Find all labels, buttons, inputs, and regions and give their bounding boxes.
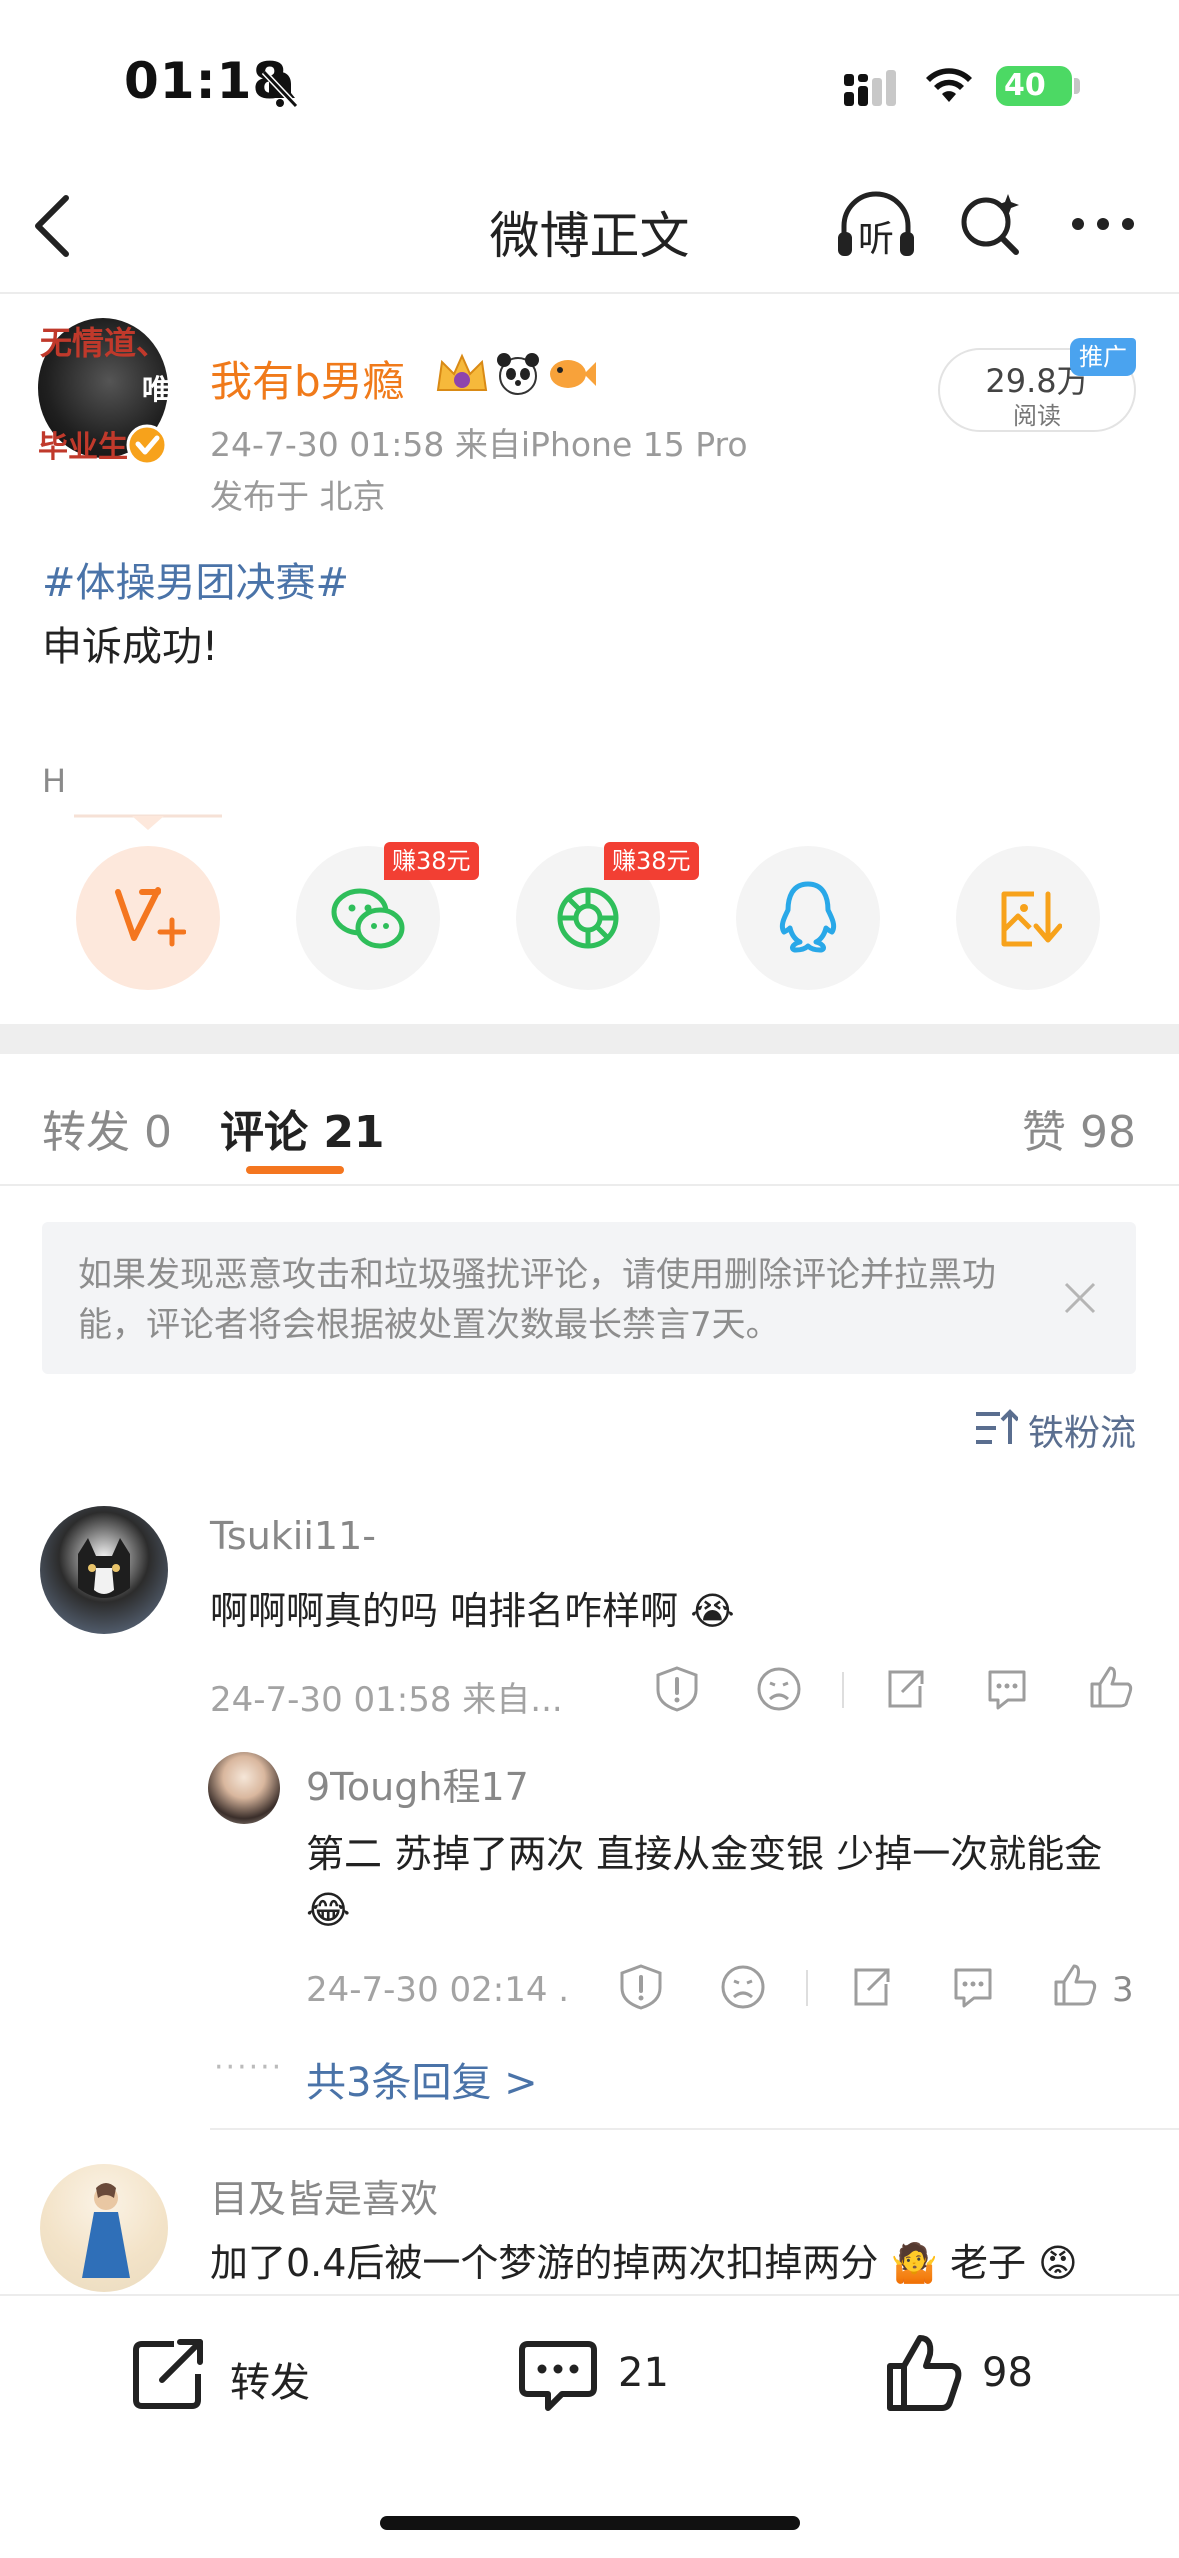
action-divider	[806, 1970, 808, 2006]
bottom-like-button[interactable]: 98	[884, 2330, 1084, 2420]
comment-avatar[interactable]	[40, 1506, 168, 1634]
angry-emoji: 😡	[1038, 2241, 1078, 2285]
comment-text: 啊啊啊真的吗 咱排名咋样啊 😭	[210, 1580, 735, 1635]
comment-text: 加了0.4后被一个梦游的掉两次扣掉两分 🤷 老子 😡	[210, 2232, 1078, 2287]
crying-emoji: 😭	[690, 1589, 735, 1633]
comment-text-body: 加了0.4后被一个梦游的掉两次扣掉两分	[210, 2241, 879, 2285]
reply-text-body: 第二 苏掉了两次 直接从金变银 少掉一次就能金	[306, 1832, 1103, 1876]
bottom-comment-button[interactable]: 21	[518, 2330, 718, 2420]
nav-divider	[0, 292, 1179, 294]
like-thumb-icon	[887, 2335, 962, 2411]
wechat-icon	[331, 888, 405, 949]
share-tooltip-pointer	[74, 814, 222, 830]
battery-tip	[1074, 78, 1080, 94]
post-footnote: H	[42, 762, 67, 800]
laughing-emoji: 😂	[306, 1888, 351, 1932]
avatar-text-1: 无情道、	[40, 324, 169, 362]
notice-text: 如果发现恶意攻击和垃圾骚扰评论，请使用删除评论并拉黑功能，评论者将会根据被处置次…	[78, 1255, 996, 1345]
active-tab-indicator	[246, 1166, 344, 1174]
action-divider	[842, 1672, 844, 1708]
comment-avatar[interactable]	[40, 2164, 168, 2292]
wifi-icon	[926, 68, 972, 102]
comment-text-tail: 老子	[949, 2241, 1026, 2285]
reply-bubble-icon[interactable]	[948, 1962, 998, 2012]
like-thumb-icon[interactable]	[1086, 1662, 1136, 1712]
report-icon[interactable]	[652, 1664, 702, 1714]
moments-earn-badge: 赚38元	[604, 842, 699, 880]
reply-bubble-icon[interactable]	[982, 1664, 1032, 1714]
promote-badge[interactable]: 推广	[1070, 338, 1136, 376]
reply-author-name[interactable]: 9Tough程17	[306, 1756, 529, 1811]
qq-icon	[779, 881, 837, 953]
sort-icon[interactable]	[974, 1408, 1018, 1448]
tab-reposts[interactable]: 转发 0	[42, 1096, 172, 1160]
dislike-face-icon[interactable]	[718, 1962, 768, 2012]
share-comment-icon[interactable]	[880, 1664, 930, 1714]
share-repost-button[interactable]	[76, 846, 220, 990]
comment-text-body: 啊啊啊真的吗 咱排名咋样啊	[210, 1589, 679, 1633]
section-divider	[0, 1024, 1179, 1054]
share-qq-button[interactable]	[736, 846, 880, 990]
home-indicator	[380, 2516, 800, 2530]
cat-avatar-icon	[78, 1538, 130, 1598]
avatar-text-2: 唯	[142, 373, 171, 406]
verified-badge-icon	[126, 424, 168, 466]
bottom-repost-button[interactable]: 转发	[130, 2330, 370, 2420]
reply-thread-dots: ······	[214, 2050, 284, 2085]
figure-avatar-icon	[82, 2183, 130, 2278]
shrug-emoji: 🤷	[890, 2241, 938, 2285]
bottom-comment-count: 21	[618, 2350, 669, 2396]
view-more-replies-link[interactable]: 共3条回复 >	[306, 2050, 538, 2108]
repost-icon	[133, 2339, 203, 2409]
post-content: 申诉成功!	[42, 624, 219, 670]
comment-notice-banner: 如果发现恶意攻击和垃圾骚扰评论，请使用删除评论并拉黑功能，评论者将会根据被处置次…	[42, 1222, 1136, 1374]
author-username[interactable]: 我有b男瘾	[210, 348, 405, 409]
tab-likes[interactable]: 赞 98	[1022, 1096, 1136, 1160]
save-image-button[interactable]	[956, 846, 1100, 990]
search-sparkle-icon[interactable]	[956, 190, 1026, 260]
repost-v-plus-icon	[115, 887, 186, 947]
reply-text: 第二 苏掉了两次 直接从金变银 少掉一次就能金 😂	[306, 1826, 1136, 1938]
cellular-signal-icon	[844, 70, 896, 106]
vip-crown-badge-icon	[436, 353, 488, 391]
tabs-divider	[0, 1184, 1179, 1186]
share-comment-icon[interactable]	[846, 1962, 896, 2012]
dislike-face-icon[interactable]	[754, 1664, 804, 1714]
reply-meta: 24-7-30 02:14 .	[306, 1970, 570, 2010]
comment-meta: 24-7-30 01:58 来自...	[210, 1680, 563, 1720]
sort-label[interactable]: 铁粉流	[1028, 1404, 1136, 1456]
post-meta-time-source: 24-7-30 01:58 来自iPhone 15 Pro	[210, 425, 748, 464]
comment-divider	[210, 2128, 1179, 2130]
post-topic-hashtag[interactable]: #体操男团决赛#	[42, 550, 349, 608]
bottom-repost-label: 转发	[230, 2360, 310, 2406]
report-icon[interactable]	[616, 1962, 666, 2012]
avatar-text-3: 毕业生	[38, 430, 128, 465]
save-image-icon	[1001, 891, 1062, 947]
panda-badge-icon	[497, 353, 539, 395]
reply-avatar[interactable]	[208, 1752, 280, 1824]
like-thumb-icon[interactable]	[1050, 1960, 1100, 2010]
silent-bell-icon	[261, 69, 299, 109]
listen-label: 听	[858, 219, 895, 260]
reply-like-count: 3	[1112, 1970, 1134, 2010]
post-meta-location: 发布于 北京	[210, 477, 386, 516]
comment-bubble-icon	[519, 2341, 597, 2411]
bottom-like-count: 98	[982, 2350, 1033, 2396]
close-icon[interactable]	[1062, 1280, 1098, 1316]
battery-indicator: 40	[996, 66, 1072, 106]
read-label: 阅读	[1013, 402, 1061, 430]
tab-comments[interactable]: 评论 21	[220, 1096, 385, 1160]
fish-badge-icon	[550, 360, 596, 388]
comment-author-name[interactable]: Tsukii11-	[210, 1514, 376, 1558]
comment-author-name[interactable]: 目及皆是喜欢	[210, 2168, 438, 2223]
more-options-icon[interactable]	[1070, 214, 1136, 234]
moments-icon	[557, 887, 619, 949]
wechat-earn-badge: 赚38元	[384, 842, 479, 880]
